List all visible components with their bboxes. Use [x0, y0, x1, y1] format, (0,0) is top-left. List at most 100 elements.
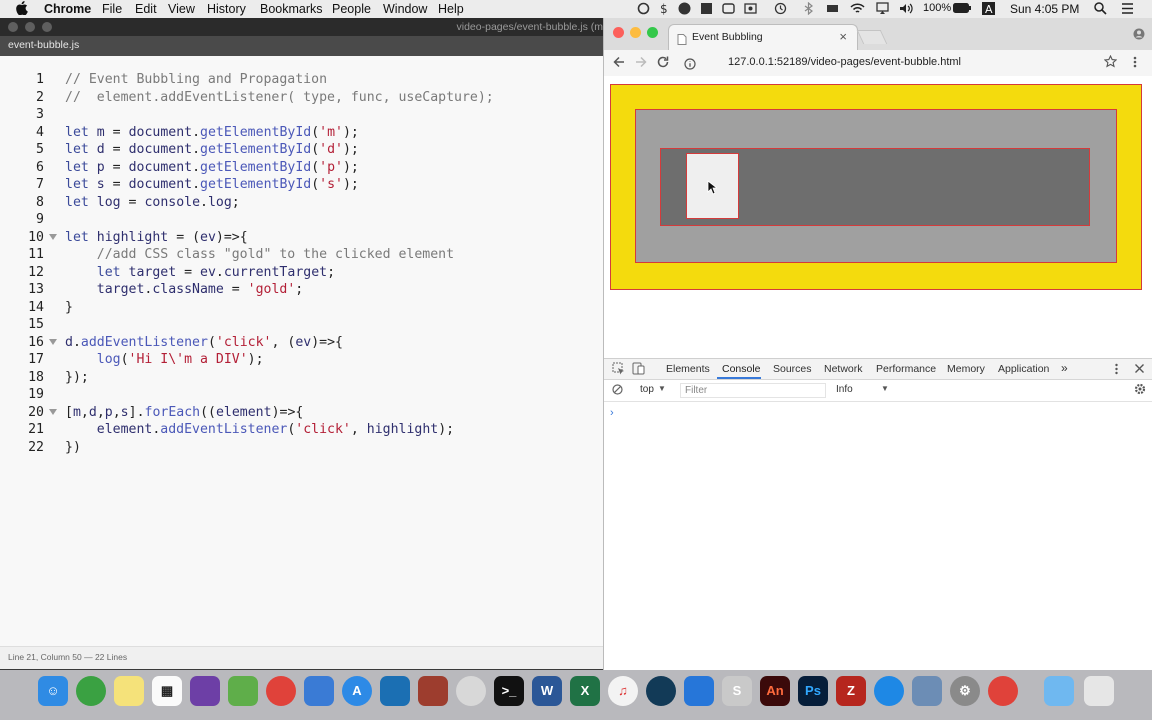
airplay-icon[interactable]: [876, 2, 889, 15]
editor-minimize-button[interactable]: [25, 22, 35, 32]
devtools-more-tabs[interactable]: »: [1061, 361, 1068, 375]
chrome-dock-icon[interactable]: [266, 676, 296, 706]
editor-close-button[interactable]: [8, 22, 18, 32]
fold-arrow-icon[interactable]: [49, 233, 57, 240]
photoshop-icon[interactable]: Ps: [798, 676, 828, 706]
devtools-tab-application[interactable]: Application: [998, 363, 1049, 375]
downloads-folder-icon[interactable]: [1044, 676, 1074, 706]
screenflow-icon[interactable]: [684, 676, 714, 706]
menu-edit[interactable]: Edit: [135, 2, 157, 16]
leaf-app-icon[interactable]: [76, 676, 106, 706]
safari-icon[interactable]: [874, 676, 904, 706]
notification-center-icon[interactable]: [1120, 2, 1133, 15]
node-app-icon[interactable]: [228, 676, 258, 706]
code-line[interactable]: 17 log('Hi I\'m a DIV');: [0, 352, 603, 369]
devtools-tab-memory[interactable]: Memory: [947, 363, 985, 375]
menu-bookmarks[interactable]: Bookmarks: [260, 2, 323, 16]
notes-icon[interactable]: [114, 676, 144, 706]
code-line[interactable]: 2 // element.addEventListener( type, func…: [0, 90, 603, 107]
code-line[interactable]: 15: [0, 317, 603, 334]
clear-console-icon[interactable]: [612, 384, 623, 398]
reload-icon[interactable]: [656, 55, 670, 74]
device-toolbar-icon[interactable]: [632, 362, 645, 378]
volume-icon[interactable]: [899, 2, 913, 15]
devtools-menu-icon[interactable]: [1114, 363, 1119, 378]
code-line[interactable]: 3: [0, 107, 603, 124]
excel-icon[interactable]: X: [570, 676, 600, 706]
battery-icon[interactable]: [953, 3, 971, 16]
profile-icon[interactable]: [1133, 27, 1145, 40]
devtools-tab-network[interactable]: Network: [824, 363, 863, 375]
devtools-tab-performance[interactable]: Performance: [876, 363, 936, 375]
memory-icon[interactable]: [826, 2, 839, 15]
menu-help[interactable]: Help: [438, 2, 464, 16]
address-bar[interactable]: 127.0.0.1:52189/video-pages/event-bubble…: [728, 56, 961, 68]
spotlight-search-icon[interactable]: [1094, 2, 1107, 15]
app-icon-a[interactable]: [700, 2, 713, 15]
animate-icon[interactable]: An: [760, 676, 790, 706]
dollar-icon[interactable]: $: [658, 2, 671, 15]
back-icon[interactable]: [612, 55, 626, 74]
console-prompt[interactable]: ›: [610, 407, 614, 419]
devtools-tab-elements[interactable]: Elements: [666, 363, 710, 375]
code-line[interactable]: 1 // Event Bubbling and Propagation: [0, 72, 603, 89]
fold-arrow-icon[interactable]: [49, 338, 57, 345]
devtools-tab-sources[interactable]: Sources: [773, 363, 812, 375]
preview-icon[interactable]: [912, 676, 942, 706]
itunes-icon[interactable]: ♫: [608, 676, 638, 706]
editor-zoom-button[interactable]: [42, 22, 52, 32]
code-line[interactable]: 21 element.addEventListener('click', hig…: [0, 422, 603, 439]
system-preferences-icon[interactable]: ⚙: [950, 676, 980, 706]
devtools-tab-console[interactable]: Console: [722, 363, 761, 375]
devtools-close-icon[interactable]: [1134, 363, 1145, 377]
code-editor-dock-icon[interactable]: [380, 676, 410, 706]
site-info-icon[interactable]: [684, 57, 696, 75]
menu-history[interactable]: History: [207, 2, 246, 16]
code-line[interactable]: 7 let s = document.getElementById('s');: [0, 177, 603, 194]
console-filter-input[interactable]: Filter: [680, 383, 826, 398]
tab-close-icon[interactable]: ×: [839, 29, 847, 44]
github-desktop-icon[interactable]: [190, 676, 220, 706]
trash-icon[interactable]: [1084, 676, 1114, 706]
menu-window[interactable]: Window: [383, 2, 427, 16]
code-line[interactable]: 5 let d = document.getElementById('d');: [0, 142, 603, 159]
menu-app-name[interactable]: Chrome: [44, 2, 91, 16]
menu-file[interactable]: File: [102, 2, 122, 16]
chrome-zoom-button[interactable]: [647, 27, 658, 38]
github-icon[interactable]: [678, 2, 691, 15]
code-line[interactable]: 18});: [0, 370, 603, 387]
chrome-close-button[interactable]: [613, 27, 624, 38]
app-store-icon[interactable]: A: [342, 676, 372, 706]
box-p[interactable]: [660, 148, 1090, 226]
wifi-icon[interactable]: [850, 2, 865, 15]
filezilla-icon[interactable]: Z: [836, 676, 866, 706]
log-level-select[interactable]: Info: [836, 384, 853, 395]
code-line[interactable]: 19: [0, 387, 603, 404]
box-m[interactable]: [610, 84, 1142, 290]
word-icon[interactable]: W: [532, 676, 562, 706]
fold-arrow-icon[interactable]: [49, 408, 57, 415]
context-dropdown-icon[interactable]: ▼: [658, 384, 666, 393]
terminal-icon[interactable]: >_: [494, 676, 524, 706]
menubar-clock[interactable]: Sun 4:05 PM: [1010, 2, 1079, 16]
user-icon-a[interactable]: A: [982, 2, 995, 15]
code-line[interactable]: 8 let log = console.log;: [0, 195, 603, 212]
share-icon[interactable]: [744, 2, 757, 15]
code-line[interactable]: 13 target.className = 'gold';: [0, 282, 603, 299]
log-level-dropdown-icon[interactable]: ▼: [881, 384, 889, 393]
browser-tab[interactable]: Event Bubbling ×: [668, 24, 858, 51]
sketch-icon[interactable]: S: [722, 676, 752, 706]
chrome-minimize-button[interactable]: [630, 27, 641, 38]
menu-view[interactable]: View: [168, 2, 195, 16]
code-line[interactable]: 14}: [0, 300, 603, 317]
code-line[interactable]: 11 //add CSS class "gold" to the clicked…: [0, 247, 603, 264]
code-area[interactable]: 1 // Event Bubbling and Propagation 2 // el…: [0, 56, 603, 646]
chrome-menu-icon[interactable]: [1132, 55, 1138, 74]
screen-record-icon[interactable]: [722, 2, 735, 15]
forward-icon[interactable]: [634, 55, 648, 74]
chrome-canary-icon[interactable]: [988, 676, 1018, 706]
code-line[interactable]: 10 let highlight = (ev)=>{: [0, 230, 603, 247]
podcast-app-icon[interactable]: [646, 676, 676, 706]
book-app-icon[interactable]: [418, 676, 448, 706]
inspect-element-icon[interactable]: [612, 362, 625, 378]
